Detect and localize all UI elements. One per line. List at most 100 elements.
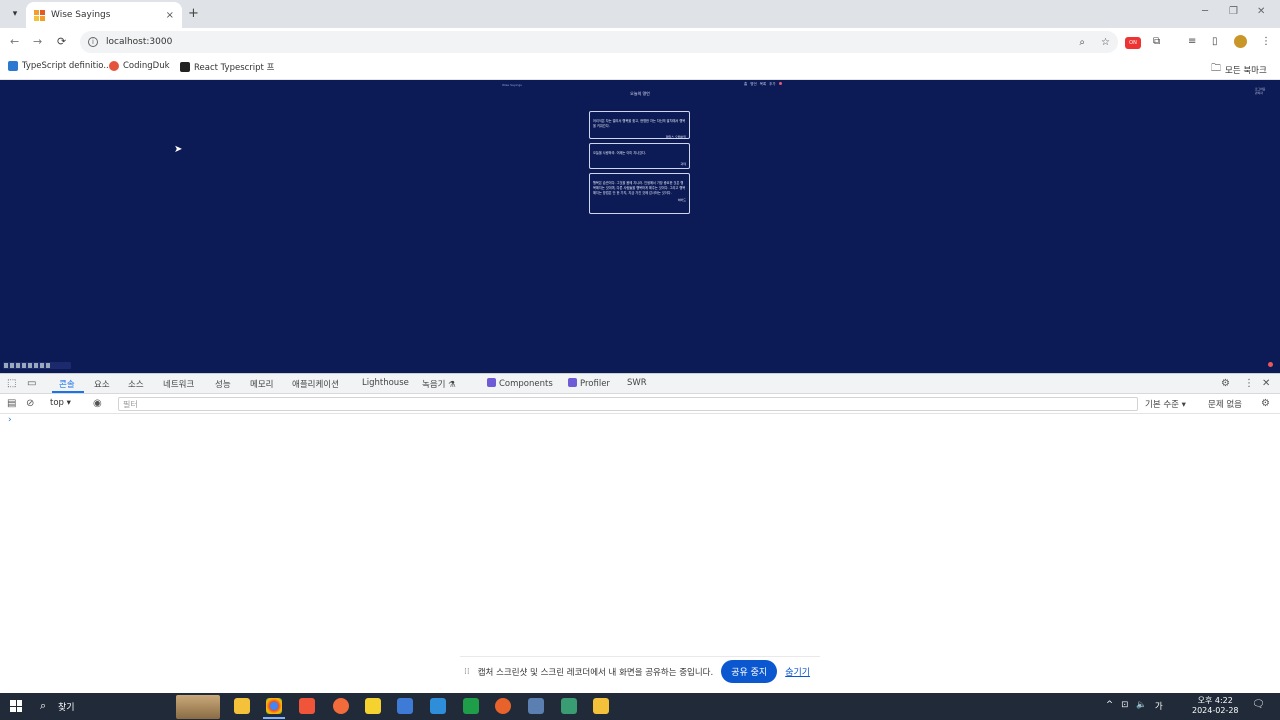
clear-console-icon[interactable]: ⊘ [26, 398, 34, 409]
dev-indicator-icon[interactable] [1268, 362, 1273, 367]
settings-icon[interactable]: ⚙ [1221, 378, 1230, 389]
minimize-button[interactable]: ─ [1202, 6, 1208, 17]
extensions-puzzle-icon[interactable]: ⧉ [1153, 36, 1160, 47]
console-prompt[interactable]: › [8, 415, 12, 425]
tab-recorder[interactable]: 녹음기 ⚗ [422, 378, 456, 390]
tab-network[interactable]: 네트워크 [163, 378, 194, 390]
quote-card[interactable]: 어리석은 자는 멀리서 행복을 찾고, 현명한 자는 자신의 발치에서 행복을 … [589, 111, 690, 139]
inspect-element-icon[interactable]: ⬚ [7, 378, 16, 389]
device-toolbar-icon[interactable]: ▭ [27, 378, 36, 389]
quote-text: 행복은 습관이다. 그것을 몸에 지니라. 인생에서 가장 중요한 것은 행복해… [593, 181, 686, 195]
app-icon[interactable] [463, 698, 479, 714]
tab-console[interactable]: 콘솔 [59, 378, 75, 390]
nav-list[interactable]: 목록 [760, 82, 766, 87]
start-button[interactable] [10, 700, 22, 712]
tab-sources[interactable]: 소스 [128, 378, 144, 390]
new-tab-button[interactable]: + [188, 6, 199, 21]
file-explorer-icon[interactable] [234, 698, 250, 714]
folder-icon[interactable] [593, 698, 609, 714]
console-sidebar-icon[interactable]: ▤ [7, 398, 16, 409]
profile-avatar[interactable] [1234, 35, 1247, 48]
tab-swr[interactable]: SWR [627, 378, 647, 388]
tab-search-button[interactable]: ▾ [6, 5, 24, 23]
chrome-icon[interactable] [266, 698, 282, 714]
address-bar[interactable]: i localhost:3000 ⌕ ☆ [80, 31, 1118, 53]
side-panel-icon[interactable]: ▯ [1212, 36, 1218, 47]
stop-sharing-button[interactable]: 공유 중지 [721, 660, 778, 683]
avatar[interactable] [778, 82, 782, 85]
network-icon[interactable]: ⊡ [1121, 700, 1128, 712]
quote-card[interactable]: 행복은 습관이다. 그것을 몸에 지니라. 인생에서 가장 중요한 것은 행복해… [589, 173, 690, 214]
filter-input[interactable]: 필터 [118, 397, 1138, 411]
app-brand[interactable]: Wise Sayings [502, 83, 522, 87]
tab-wise-sayings[interactable]: Wise Sayings × [26, 2, 182, 28]
zoom-icon[interactable]: ⌕ [1079, 37, 1085, 48]
react-icon [568, 378, 577, 387]
tab-application[interactable]: 애플리케이션 [292, 378, 339, 390]
reload-button[interactable]: ⟳ [57, 35, 66, 48]
quote-author: 허버드 [677, 198, 686, 202]
forward-button[interactable]: → [33, 35, 42, 48]
hide-link[interactable]: 숨기기 [785, 665, 810, 678]
nav-add[interactable]: 추가 [769, 82, 775, 87]
close-devtools-icon[interactable]: ✕ [1262, 378, 1270, 389]
ime-indicator[interactable]: 가 [1155, 700, 1163, 712]
search-box[interactable]: 찾기 [58, 700, 75, 713]
sticky-notes-icon[interactable] [365, 698, 381, 714]
notification-icon[interactable]: 🗨 [1252, 699, 1265, 710]
context-select[interactable]: top ▾ [50, 398, 71, 408]
drag-handle-icon[interactable]: ⁞⁞ [464, 667, 470, 677]
vscode-icon[interactable] [430, 698, 446, 714]
tab-memory[interactable]: 메모리 [250, 378, 273, 390]
tab-profiler[interactable]: Profiler [568, 378, 610, 389]
site-info-icon[interactable]: i [88, 37, 98, 47]
url-text[interactable]: localhost:3000 [106, 37, 1071, 47]
nav-quotes[interactable]: 명언 [750, 82, 756, 87]
postman-icon[interactable] [333, 698, 349, 714]
extension-badge-icon[interactable]: ON [1125, 37, 1141, 49]
app-nav: 홈 명언 목록 추가 [744, 82, 782, 87]
codingduk-icon [109, 61, 119, 71]
typescript-icon [8, 61, 18, 71]
bookmark-item[interactable]: TypeScript definitio... [8, 61, 111, 71]
log-levels-dropdown[interactable]: 기본 수준 ▾ [1145, 398, 1186, 410]
all-bookmarks-button[interactable]: 🗀 모든 북마크 [1211, 61, 1267, 78]
mouse-cursor-icon: ➤ [174, 144, 183, 155]
tab-performance[interactable]: 성능 [215, 378, 231, 390]
quote-text: 어리석은 자는 멀리서 행복을 찾고, 현명한 자는 자신의 발치에서 행복을 … [593, 119, 686, 128]
nav-home[interactable]: 홈 [744, 82, 747, 87]
volume-icon[interactable]: 🔈 [1136, 700, 1147, 712]
tray-expand-icon[interactable]: ^ [1106, 700, 1113, 712]
tab-lighthouse[interactable]: Lighthouse [362, 378, 409, 388]
live-expression-eye-icon[interactable]: ◉ [93, 398, 102, 409]
app-icon[interactable] [561, 698, 577, 714]
page-viewport: Wise Sayings 홈 명언 목록 추가 로그아웃 관리자 오늘의 명언 … [0, 80, 1280, 373]
tab-elements[interactable]: 요소 [94, 378, 110, 390]
tab-close-icon[interactable]: × [166, 10, 174, 21]
quote-card[interactable]: 오늘을 사랑하라. 어제는 이미 지나갔다. 괴테 [589, 143, 690, 169]
active-tab-indicator [52, 391, 84, 393]
firefox-icon[interactable] [495, 698, 511, 714]
tab-components[interactable]: Components [487, 378, 553, 389]
bookmark-star-icon[interactable]: ☆ [1101, 37, 1110, 48]
dev-tools-overlay[interactable] [3, 362, 71, 369]
favicon-icon [34, 9, 45, 21]
browser-menu-icon[interactable]: ⋮ [1261, 36, 1271, 47]
close-window-button[interactable]: ✕ [1257, 6, 1265, 17]
database-icon[interactable] [528, 698, 544, 714]
app-icon[interactable] [299, 698, 315, 714]
maximize-button[interactable]: ❐ [1229, 6, 1238, 17]
console-filter-bar: ▤ ⊘ top ▾ ◉ 필터 기본 수준 ▾ 문제 없음 ⚙ [0, 394, 1280, 414]
bookmarks-bar: TypeScript definitio... CodingDuk React … [0, 56, 1280, 80]
back-button[interactable]: ← [10, 35, 19, 48]
console-settings-icon[interactable]: ⚙ [1261, 398, 1270, 409]
search-icon[interactable]: ⌕ [40, 699, 46, 713]
clock[interactable]: 오후 4:22 2024-02-28 [1192, 696, 1239, 716]
app-icon[interactable] [397, 698, 413, 714]
media-control-icon[interactable]: ≡ [1188, 36, 1196, 47]
bookmark-item[interactable]: React Typescript 프 [180, 61, 274, 73]
bookmark-item[interactable]: CodingDuk [109, 61, 170, 71]
issues-counter[interactable]: 문제 없음 [1208, 398, 1242, 410]
devtools-tabbar: ⬚ ▭ 콘솔 요소 소스 네트워크 성능 메모리 애플리케이션 Lighthou… [0, 374, 1280, 394]
more-options-icon[interactable]: ⋮ [1244, 378, 1254, 389]
